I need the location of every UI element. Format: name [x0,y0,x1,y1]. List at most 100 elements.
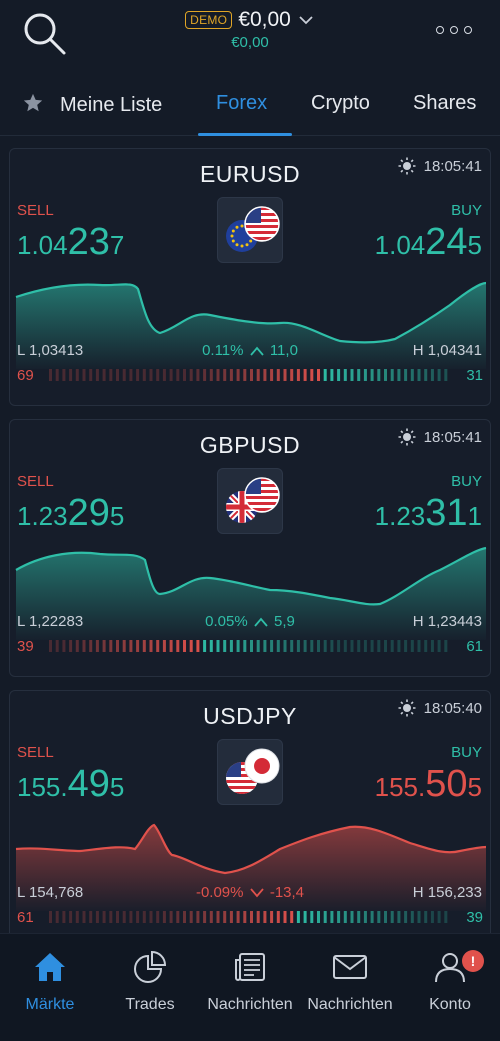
us-flag-icon [244,477,280,513]
price-pips: 49 [67,763,110,805]
sentiment-bar [49,369,448,381]
sentiment-sell-tick [243,911,247,923]
sentiment-sell-tick [122,911,126,923]
sentiment-buy-percent: 39 [466,908,483,926]
sentiment-sell-tick [189,369,193,381]
sentiment-sell-tick [149,369,153,381]
sentiment-buy-tick [343,911,347,923]
sentiment-buy-tick [290,640,294,652]
us-flag-icon [244,206,280,242]
sentiment-buy-tick [270,640,274,652]
instrument-card-eurusd[interactable]: 18:05:41 EURUSD SELL BUY 1.04237 1.04245 [9,148,491,406]
tab-label: Forex [216,92,268,114]
sentiment-sell-tick [82,640,86,652]
sentiment-sell-tick [176,369,180,381]
price-part: 5 [109,501,125,531]
sentiment-sell-tick [256,369,260,381]
tab-forex[interactable]: Forex [216,92,267,115]
sentiment-sell-tick [236,369,240,381]
chevron-down-icon [249,888,264,898]
sentiment-buy-tick [316,640,321,652]
tab-shares[interactable]: Shares [413,92,476,115]
sentiment-buy-tick [363,640,367,652]
buy-price-button[interactable]: 1.04245 [375,221,482,264]
nav-nachrichten-news[interactable]: Nachrichten [200,950,300,1014]
nav-nachrichten-messages[interactable]: Nachrichten [300,950,400,1014]
sentiment-buy-tick [337,369,341,381]
sentiment-buy-tick [330,911,334,923]
sentiment-buy-tick [256,640,260,652]
price-part: 1.04 [374,230,426,260]
nav-maerkte[interactable]: Märkte [0,950,100,1014]
sentiment-sell-tick [55,911,59,923]
sentiment-buy-tick [437,369,441,381]
sentiment-sell-tick [136,369,140,381]
active-tab-indicator [198,133,292,136]
sentiment-buy-tick [323,369,327,381]
sentiment-buy-tick [209,640,213,652]
sentiment-sell-tick [95,911,99,923]
sentiment-buy-tick [377,911,381,923]
account-balance: €0,00 [238,8,291,31]
sentiment-sell-percent: 69 [17,366,34,384]
trader-sentiment: 69 31 [17,365,483,385]
instrument-symbol: GBPUSD [199,432,301,458]
sentiment-buy-tick [424,640,428,652]
sentiment-buy-tick [417,911,421,923]
sentiment-sell-tick [49,369,53,381]
price-part: 1 [467,501,482,531]
sell-price-button[interactable]: 1.04237 [17,221,124,264]
sentiment-buy-tick [323,640,327,652]
instrument-symbol: EURUSD [199,161,301,187]
sentiment-sell-tick [89,369,93,381]
buy-label: BUY [451,744,482,761]
sub-balance: €0,00 [231,34,269,51]
sentiment-buy-tick [370,911,374,923]
sentiment-sell-tick [89,911,93,923]
sentiment-sell-tick [283,911,287,923]
sentiment-sell-tick [256,911,260,923]
sentiment-sell-percent: 61 [17,908,34,926]
sentiment-buy-tick [430,369,434,381]
day-high: H 1,04341 [412,342,482,359]
price-part: 1.04 [17,230,68,260]
instrument-card-usdjpy[interactable]: 18:05:40 USDJPY SELL BUY 155.495 155.505 [9,690,491,948]
sell-price-button[interactable]: 155.495 [17,763,124,806]
sentiment-buy-tick [384,640,388,652]
day-high: H 1,23443 [412,613,482,630]
account-selector[interactable]: DEMO €0,00 €0,00 [0,8,500,51]
sentiment-buy-tick [410,640,414,652]
sentiment-buy-tick [410,369,414,381]
tab-crypto[interactable]: Crypto [311,92,370,115]
sentiment-buy-tick [337,911,341,923]
sell-price-button[interactable]: 1.23295 [17,492,124,535]
instrument-card-gbpusd[interactable]: 18:05:41 GBPUSD SELL BUY 1.23295 1.23311 [9,419,491,677]
nav-konto[interactable]: ! Konto [400,950,500,1014]
sentiment-sell-tick [55,369,59,381]
sentiment-sell-tick [156,911,160,923]
sentiment-buy-tick [363,911,367,923]
buy-price-button[interactable]: 155.505 [375,763,482,806]
chevron-up-icon [254,617,268,627]
sentiment-sell-tick [183,640,187,652]
sell-label: SELL [17,744,54,761]
buy-price-button[interactable]: 1.23311 [375,492,482,535]
sentiment-sell-tick [303,369,307,381]
sentiment-buy-tick [397,369,401,381]
more-options-button[interactable] [436,26,472,34]
sentiment-sell-tick [316,369,321,381]
sentiment-sell-tick [156,369,160,381]
tab-meine-liste[interactable]: Meine Liste [22,92,162,117]
newspaper-icon [235,953,265,981]
nav-trades[interactable]: Trades [100,950,200,1014]
sentiment-sell-tick [82,369,86,381]
sentiment-buy-tick [337,640,341,652]
sentiment-buy-tick [430,911,434,923]
sentiment-sell-tick [283,369,287,381]
trader-sentiment: 61 39 [17,907,483,927]
sentiment-buy-tick [310,640,314,652]
nav-label: Trades [125,996,175,1013]
sentiment-buy-tick [404,640,408,652]
pie-chart-icon [134,950,167,983]
sentiment-buy-tick [350,369,354,381]
